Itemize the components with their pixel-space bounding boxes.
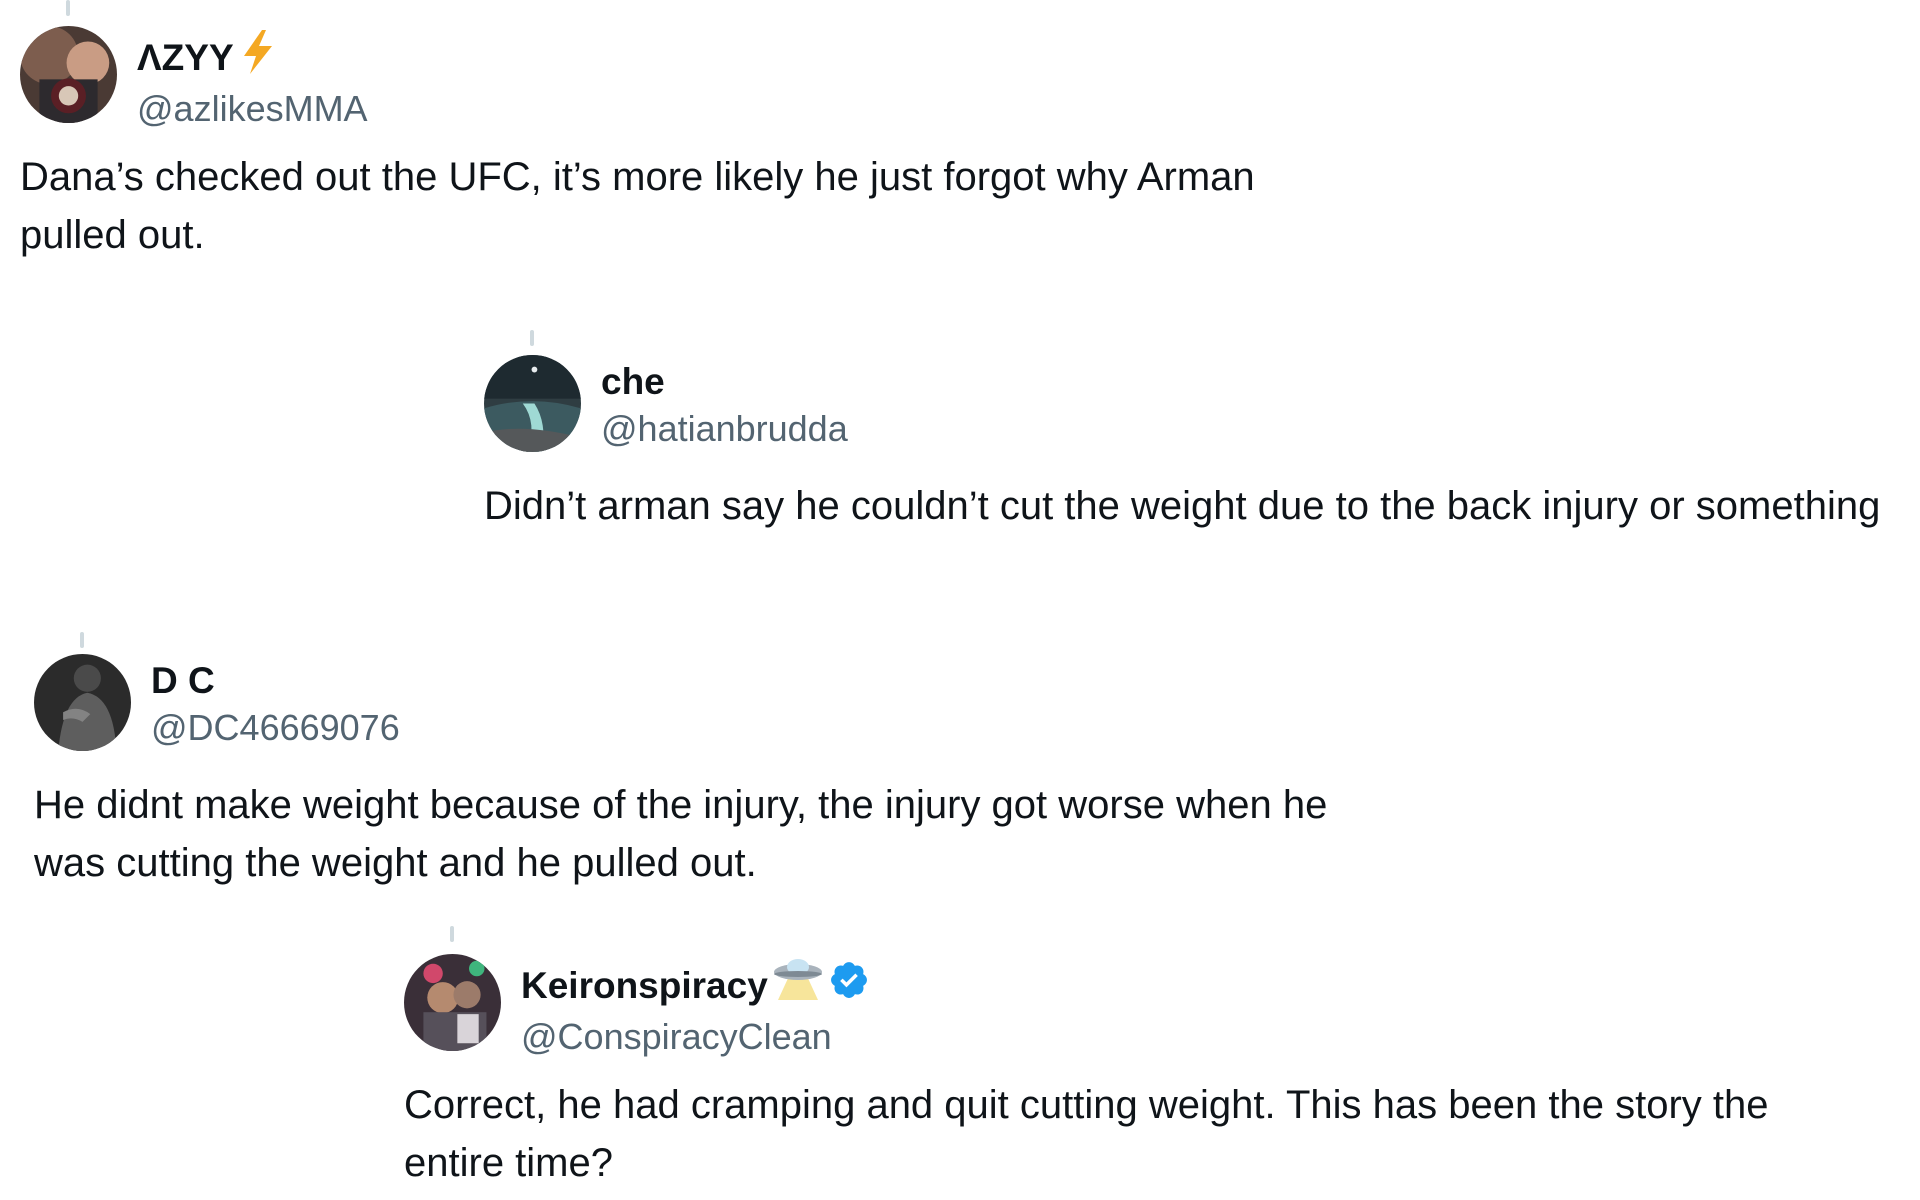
lightning-bolt-icon [238,30,278,85]
avatar[interactable] [34,654,131,751]
avatar[interactable] [404,954,501,1051]
display-name[interactable]: Keironspiracy [521,958,870,1013]
handle[interactable]: @DC46669076 [151,704,400,752]
tweet-dc46669076[interactable]: D C @DC46669076 He didnt make weight bec… [34,654,1374,892]
thread-connector [66,0,70,16]
verified-badge-icon[interactable] [828,959,870,1012]
display-name[interactable]: che [601,359,848,405]
avatar[interactable] [484,355,581,452]
tweet-conspiracyclean[interactable]: Keironspiracy @ConspiracyClean Correct, … [404,954,1804,1192]
tweet-text: Didn’t arman say he couldn’t cut the wei… [484,484,1881,528]
thread-connector [530,330,534,346]
tweet-text: Dana’s checked out the UFC, it’s more li… [20,155,1255,257]
handle[interactable]: @ConspiracyClean [521,1013,870,1061]
avatar[interactable] [20,26,117,123]
thread-connector [450,926,454,942]
display-name[interactable]: ΛZYY [137,30,368,85]
handle[interactable]: @azlikesMMA [137,85,368,133]
handle[interactable]: @hatianbrudda [601,405,848,453]
thread-connector [80,632,84,648]
tweet-text: He didnt make weight because of the inju… [34,783,1328,885]
tweet-text: Correct, he had cramping and quit cuttin… [404,1083,1769,1185]
display-name[interactable]: D C [151,658,400,704]
tweet-hatianbrudda[interactable]: che @hatianbrudda Didn’t arman say he co… [484,355,1884,535]
tweet-azlikesmma[interactable]: ΛZYY @azlikesMMA Dana’s checked out the … [20,26,1360,264]
ufo-icon [772,958,824,1013]
